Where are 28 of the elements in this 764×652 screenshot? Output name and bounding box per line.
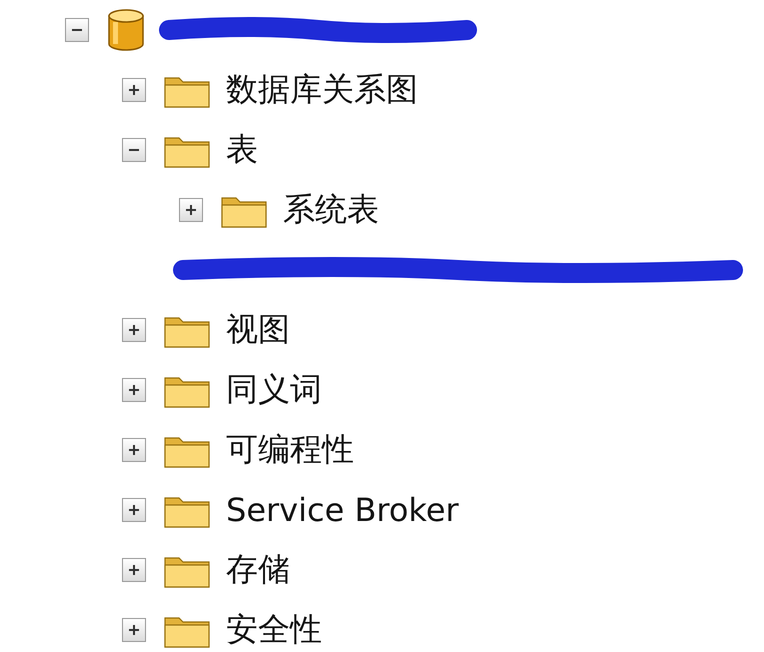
expand-button[interactable] (122, 378, 146, 402)
expand-button[interactable] (122, 78, 146, 102)
plus-icon (127, 563, 141, 577)
expand-button[interactable] (122, 498, 146, 522)
tree-item-label[interactable]: 数据库关系图 (226, 68, 418, 112)
plus-icon (127, 503, 141, 517)
collapse-button[interactable] (122, 138, 146, 162)
tree-item-label[interactable]: 同义词 (226, 368, 322, 412)
plus-icon (127, 383, 141, 397)
tree-item-label[interactable]: 视图 (226, 308, 290, 352)
plus-icon (127, 323, 141, 337)
expand-button[interactable] (122, 318, 146, 342)
collapse-button[interactable] (65, 18, 89, 42)
database-icon (107, 8, 145, 52)
plus-icon (127, 83, 141, 97)
tree-item-label[interactable]: 系统表 (283, 188, 379, 232)
plus-icon (127, 443, 141, 457)
expand-button[interactable] (179, 198, 203, 222)
plus-icon (184, 203, 198, 217)
tree-item-label[interactable]: 安全性 (226, 608, 322, 652)
expand-button[interactable] (122, 558, 146, 582)
tree-item-label[interactable]: 表 (226, 128, 258, 172)
plus-icon (127, 623, 141, 637)
tree-item-label[interactable]: Service Broker (226, 491, 459, 529)
tree-item-label[interactable]: 存储 (226, 548, 290, 592)
tree-item-label[interactable]: 可编程性 (226, 428, 354, 472)
expand-button[interactable] (122, 618, 146, 642)
expand-button[interactable] (122, 438, 146, 462)
